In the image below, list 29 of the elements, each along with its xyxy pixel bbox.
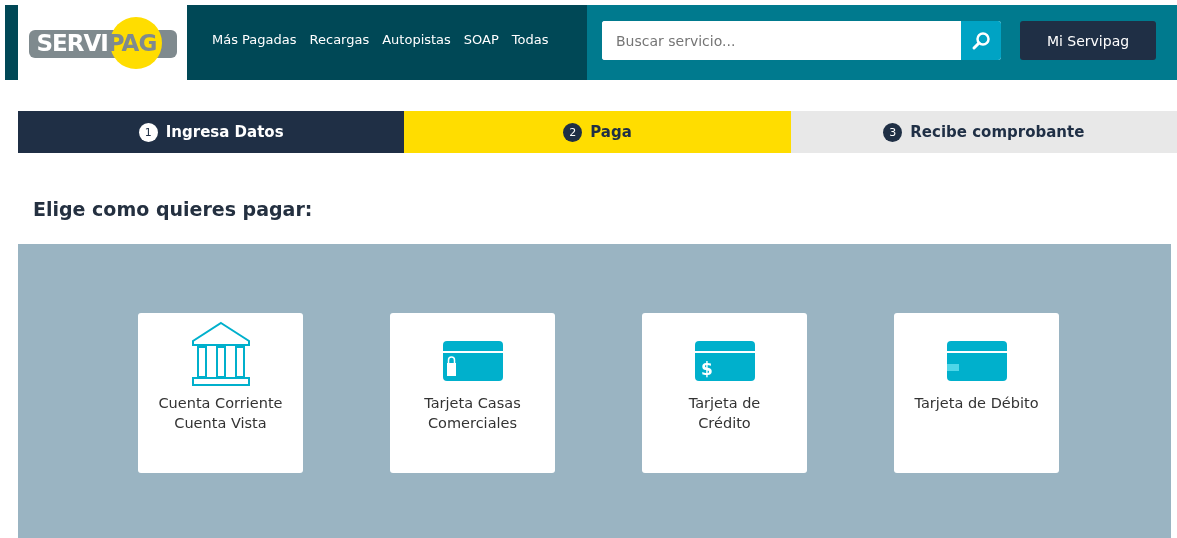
step-number: 3 — [883, 122, 903, 142]
step-number: 2 — [563, 122, 583, 142]
step-label: Recibe comprobante — [910, 123, 1085, 141]
payment-option-card[interactable]: $ Tarjeta de Crédito — [642, 313, 807, 473]
payment-option-card[interactable]: Tarjeta Casas Comerciales — [390, 313, 555, 473]
dollar-card-icon: $ — [694, 341, 755, 381]
credit-card-icon — [946, 341, 1007, 381]
nav-link[interactable]: Recargas — [309, 32, 370, 53]
logo-text: SERVI — [36, 29, 108, 56]
search-icon — [971, 30, 991, 51]
section-heading: Elige como quieres pagar: — [32, 197, 314, 222]
payment-option-card[interactable]: Tarjeta de Débito — [894, 313, 1059, 473]
nav-link[interactable]: Más Pagadas — [212, 32, 297, 53]
option-label: Cuenta Corriente Cuenta Vista — [158, 394, 283, 433]
account-button[interactable]: Mi Servipag — [1020, 21, 1156, 60]
logo-text: PAG — [107, 29, 157, 56]
bank-icon — [190, 321, 251, 387]
option-label: Tarjeta Casas Comerciales — [424, 394, 521, 433]
nav-link[interactable]: Autopistas — [382, 32, 451, 53]
search-button[interactable] — [961, 21, 1001, 60]
option-label: Tarjeta de Crédito — [688, 394, 761, 433]
step-label: Ingresa Datos — [165, 123, 284, 141]
shopping-card-icon — [442, 341, 503, 381]
option-label: Tarjeta de Débito — [914, 394, 1039, 413]
step-number: 1 — [138, 122, 158, 142]
step-label: Paga — [590, 123, 632, 141]
nav-link[interactable]: Todas — [511, 32, 549, 53]
nav-link[interactable]: SOAP — [463, 32, 499, 53]
payment-option-card[interactable]: Cuenta Corriente Cuenta Vista — [138, 313, 303, 473]
